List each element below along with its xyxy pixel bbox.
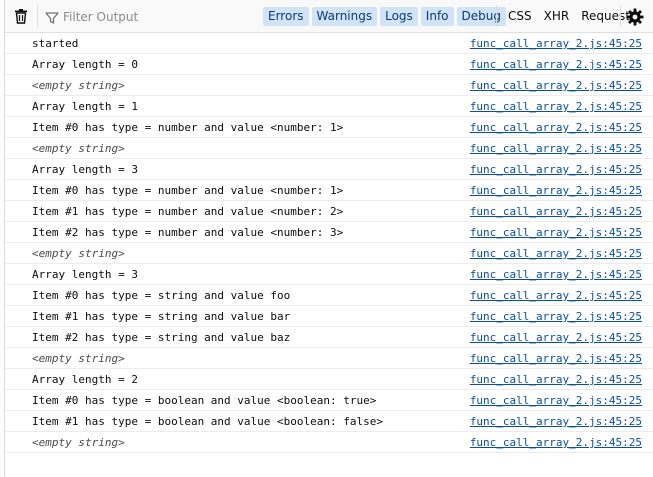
log-message: <empty string> <box>32 247 125 260</box>
log-source-link[interactable]: func_call_array_2.js:45:25 <box>470 327 642 348</box>
log-row: Array length = 2 func_call_array_2.js:45:… <box>5 369 653 390</box>
log-row: Array length = 3 func_call_array_2.js:45:… <box>5 159 653 180</box>
log-source-link[interactable]: func_call_array_2.js:45:25 <box>470 264 642 285</box>
log-row: Item #2 has type = number and value <num… <box>5 222 653 243</box>
log-row: Array length = 0 func_call_array_2.js:45:… <box>5 54 653 75</box>
filter-debug-button[interactable]: Debug <box>456 7 506 26</box>
filter-warnings-button[interactable]: Warnings <box>311 7 378 26</box>
log-row: Item #1 has type = boolean and value <bo… <box>5 411 653 432</box>
log-row: Array length = 1 func_call_array_2.js:45:… <box>5 96 653 117</box>
trash-icon[interactable] <box>13 8 29 24</box>
log-row: <empty string> func_call_array_2.js:45:25 <box>5 348 653 369</box>
log-message: Array length = 3 <box>32 268 138 281</box>
filter-info-button[interactable]: Info <box>420 7 454 26</box>
log-source-link[interactable]: func_call_array_2.js:45:25 <box>470 222 642 243</box>
log-source-link[interactable]: func_call_array_2.js:45:25 <box>470 201 642 222</box>
log-message: Array length = 0 <box>32 58 138 71</box>
toolbar-divider <box>496 5 497 27</box>
log-message: started <box>32 37 79 50</box>
log-row: <empty string> func_call_array_2.js:45:25 <box>5 138 653 159</box>
filter-css-button[interactable]: CSS <box>502 7 538 26</box>
log-source-link[interactable]: func_call_array_2.js:45:25 <box>470 285 642 306</box>
log-message: <empty string> <box>32 142 125 155</box>
log-source-link[interactable]: func_call_array_2.js:45:25 <box>470 96 642 117</box>
log-row: <empty string> func_call_array_2.js:45:25 <box>5 75 653 96</box>
console-output: started func_call_array_2.js:45:25 Array l… <box>5 33 653 453</box>
log-message: Item #1 has type = boolean and value <bo… <box>32 415 383 428</box>
log-row: Item #1 has type = string and value bar f… <box>5 306 653 327</box>
funnel-icon <box>45 10 59 24</box>
log-message: Array length = 3 <box>32 163 138 176</box>
log-message: Array length = 1 <box>32 100 138 113</box>
log-row: Item #0 has type = string and value foo f… <box>5 285 653 306</box>
log-message: Item #0 has type = string and value foo <box>32 289 291 302</box>
console-panel: ErrorsWarningsLogsInfoDebug CSSXHRReques… <box>4 0 653 477</box>
level-filter-group: Errors Warnings Logs Info Debug <box>263 7 506 27</box>
log-row: started func_call_array_2.js:45:25 <box>5 33 653 54</box>
type-filter-group: CSS XHR Requests <box>502 7 642 27</box>
log-source-link[interactable]: func_call_array_2.js:45:25 <box>470 54 642 75</box>
log-message: Array length = 2 <box>32 373 138 386</box>
gear-icon[interactable] <box>626 8 644 26</box>
log-message: <empty string> <box>32 79 125 92</box>
log-row: Item #2 has type = string and value baz f… <box>5 327 653 348</box>
toolbar-divider <box>37 5 38 27</box>
log-source-link[interactable]: func_call_array_2.js:45:25 <box>470 432 642 453</box>
log-source-link[interactable]: func_call_array_2.js:45:25 <box>470 75 642 96</box>
filter-logs-button[interactable]: Logs <box>380 7 418 26</box>
log-message: Item #1 has type = string and value bar <box>32 310 291 323</box>
filter-xhr-button[interactable]: XHR <box>538 7 576 26</box>
log-source-link[interactable]: func_call_array_2.js:45:25 <box>470 348 642 369</box>
toolbar-divider <box>620 5 621 27</box>
log-row: <empty string> func_call_array_2.js:45:25 <box>5 243 653 264</box>
log-message: Item #1 has type = number and value <num… <box>32 205 344 218</box>
log-row: <empty string> func_call_array_2.js:45:25 <box>5 432 653 453</box>
filter-input[interactable] <box>63 7 248 27</box>
log-message: Item #2 has type = number and value <num… <box>32 226 344 239</box>
console-toolbar: ErrorsWarningsLogsInfoDebug CSSXHRReques… <box>5 0 653 33</box>
log-source-link[interactable]: func_call_array_2.js:45:25 <box>470 243 642 264</box>
log-message: Item #0 has type = boolean and value <bo… <box>32 394 377 407</box>
log-source-link[interactable]: func_call_array_2.js:45:25 <box>470 369 642 390</box>
log-message: <empty string> <box>32 352 125 365</box>
log-source-link[interactable]: func_call_array_2.js:45:25 <box>470 117 642 138</box>
log-source-link[interactable]: func_call_array_2.js:45:25 <box>470 306 642 327</box>
log-message: <empty string> <box>32 436 125 449</box>
log-message: Item #2 has type = string and value baz <box>32 331 291 344</box>
log-row: Item #0 has type = number and value <num… <box>5 180 653 201</box>
filter-errors-button[interactable]: Errors <box>263 7 309 26</box>
log-row: Array length = 3 func_call_array_2.js:45:… <box>5 264 653 285</box>
log-source-link[interactable]: func_call_array_2.js:45:25 <box>470 180 642 201</box>
log-source-link[interactable]: func_call_array_2.js:45:25 <box>470 159 642 180</box>
log-message: Item #0 has type = number and value <num… <box>32 184 344 197</box>
filter-box[interactable] <box>43 7 253 27</box>
log-source-link[interactable]: func_call_array_2.js:45:25 <box>470 33 642 54</box>
log-message: Item #0 has type = number and value <num… <box>32 121 344 134</box>
log-row: Item #0 has type = boolean and value <bo… <box>5 390 653 411</box>
log-row: Item #0 has type = number and value <num… <box>5 117 653 138</box>
log-source-link[interactable]: func_call_array_2.js:45:25 <box>470 390 642 411</box>
log-source-link[interactable]: func_call_array_2.js:45:25 <box>470 411 642 432</box>
log-source-link[interactable]: func_call_array_2.js:45:25 <box>470 138 642 159</box>
log-row: Item #1 has type = number and value <num… <box>5 201 653 222</box>
